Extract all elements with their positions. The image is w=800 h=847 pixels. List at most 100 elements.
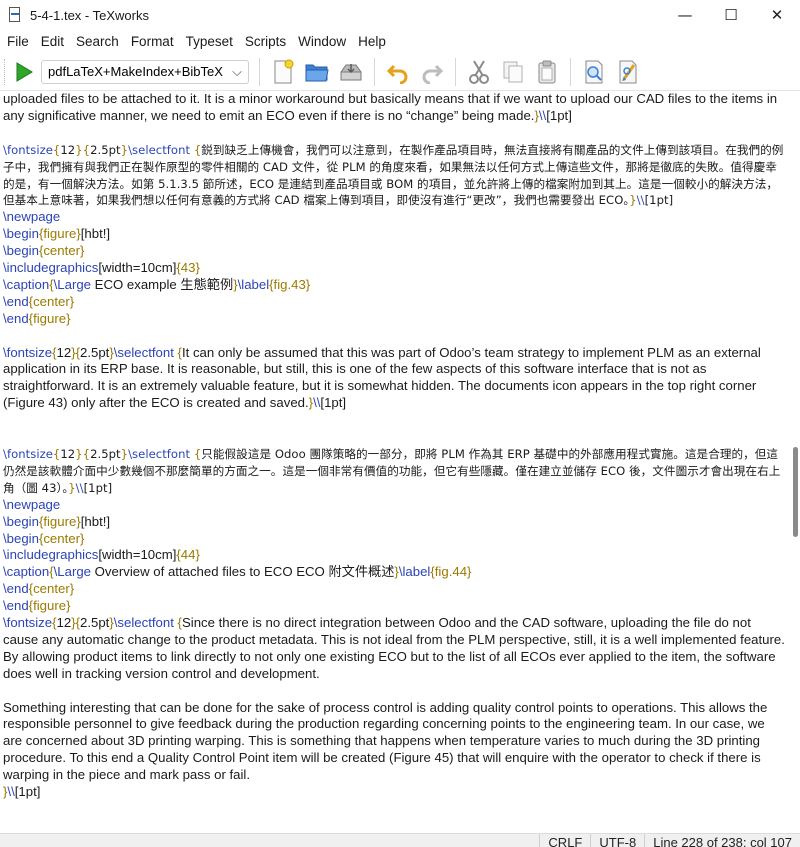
chevron-down-icon: ⌵ [232, 63, 242, 79]
status-bar: CRLF UTF-8 Line 228 of 238; col 107 [0, 833, 800, 847]
editor-line[interactable]: \fontsize{12}{2.5pt}\selectfont {Since t… [3, 615, 785, 683]
editor-line[interactable]: \fontsize{12}{2.5pt}\selectfont {只能假設這是 … [3, 446, 785, 497]
find-button[interactable] [579, 57, 609, 87]
latex-brace: }{ [75, 446, 91, 461]
latex-brace: { [190, 142, 202, 157]
maximize-button[interactable]: ☐ [708, 0, 754, 30]
editor-line[interactable]: \begin{figure}[hbt!] [3, 514, 785, 531]
minimize-button[interactable]: — [662, 0, 708, 30]
replace-icon [619, 60, 637, 83]
menu-file[interactable]: File [1, 34, 35, 49]
editor-line[interactable] [3, 683, 785, 700]
latex-command: \label [237, 276, 270, 292]
editor-line[interactable]: uploaded files to be attached to it. It … [3, 91, 785, 125]
latex-brace: {center} [38, 243, 85, 259]
editor-line[interactable]: \includegraphics[width=10cm]{44} [3, 547, 785, 564]
latex-command: \selectfont [113, 344, 174, 360]
latex-brace: {fig.43} [269, 276, 311, 292]
editor-line[interactable] [3, 429, 785, 446]
editor-line[interactable]: \fontsize{12}{2.5pt}\selectfont {鋭到缺乏上傳機… [3, 142, 785, 210]
copy-button[interactable] [498, 57, 528, 87]
editor-text: [width=10cm] [98, 260, 177, 276]
scrollbar-thumb[interactable] [793, 447, 798, 537]
toolbar-grip[interactable] [4, 58, 7, 85]
editor-line[interactable]: \caption{\Large Overview of attached fil… [3, 564, 785, 581]
vertical-scrollbar[interactable] [791, 91, 800, 833]
latex-brace: { [190, 446, 202, 461]
editor-line[interactable]: }\\[1pt] [3, 784, 785, 801]
editor-line[interactable]: \newpage [3, 209, 785, 226]
latex-brace: {center} [28, 293, 75, 309]
latex-command: \end [3, 598, 29, 614]
undo-button[interactable] [383, 57, 413, 87]
replace-button[interactable] [613, 57, 643, 87]
menu-search[interactable]: Search [70, 34, 125, 49]
latex-command: \begin [3, 243, 39, 259]
line-ending-indicator[interactable]: CRLF [539, 834, 590, 847]
editor-text: 2.5pt [80, 615, 110, 631]
typeset-engine-value: pdfLaTeX+MakeIndex+BibTeX [48, 64, 223, 79]
cut-button[interactable] [464, 57, 494, 87]
toolbar-separator [570, 57, 571, 86]
latex-brace: } [120, 142, 129, 157]
editor-line[interactable] [3, 328, 785, 345]
menu-scripts[interactable]: Scripts [239, 34, 292, 49]
editor-line[interactable]: \newpage [3, 497, 785, 514]
latex-command: \end [3, 293, 29, 309]
latex-command: \caption [3, 276, 50, 292]
open-file-button[interactable] [302, 57, 332, 87]
editor-line[interactable]: \begin{center} [3, 243, 785, 260]
editor-line[interactable]: \begin{center} [3, 531, 785, 548]
menu-help[interactable]: Help [352, 34, 392, 49]
source-editor[interactable]: uploaded files to be attached to it. It … [0, 91, 791, 833]
encoding-indicator[interactable]: UTF-8 [590, 834, 644, 847]
editor-line[interactable]: Something interesting that can be done f… [3, 700, 785, 785]
window-controls: — ☐ ✕ [662, 0, 800, 30]
texworks-document-icon [8, 7, 22, 23]
editor-line[interactable]: \fontsize{12}{2.5pt}\selectfont {It can … [3, 345, 785, 413]
editor-line[interactable]: \end{center} [3, 294, 785, 311]
latex-brace: {figure} [38, 513, 81, 529]
cursor-position: Line 228 of 238; col 107 [644, 834, 800, 847]
editor-line[interactable]: \end{figure} [3, 598, 785, 615]
toolbar-separator [374, 57, 375, 86]
editor-text: [hbt!] [80, 513, 111, 529]
editor-text: 12 [60, 446, 76, 461]
editor-line[interactable]: \end{center} [3, 581, 785, 598]
typeset-run-icon [16, 61, 33, 82]
editor-line[interactable]: \caption{\Large ECO example 生態範例}\label{… [3, 277, 785, 294]
editor-text: 12 [56, 615, 72, 631]
latex-command: \\ [636, 193, 645, 208]
title-bar: 5-4-1.tex - TeXworks — ☐ ✕ [0, 0, 800, 30]
new-file-button[interactable] [268, 57, 298, 87]
latex-command: \end [3, 310, 29, 326]
paste-button[interactable] [532, 57, 562, 87]
editor-line[interactable]: \includegraphics[width=10cm]{43} [3, 260, 785, 277]
redo-button[interactable] [417, 57, 447, 87]
menu-edit[interactable]: Edit [35, 34, 70, 49]
latex-command: \begin [3, 513, 39, 529]
editor-line[interactable] [3, 125, 785, 142]
editor-line[interactable]: \begin{figure}[hbt!] [3, 226, 785, 243]
latex-command: \fontsize [3, 446, 53, 461]
latex-brace: { [173, 615, 182, 631]
editor-line[interactable]: \end{figure} [3, 311, 785, 328]
editor-text: 12 [56, 344, 72, 360]
editor-text: [1pt] [14, 784, 41, 800]
latex-command: \\ [7, 784, 15, 800]
menu-format[interactable]: Format [125, 34, 180, 49]
close-button[interactable]: ✕ [754, 0, 800, 30]
latex-command: \\ [75, 480, 84, 495]
toolbar: pdfLaTeX+MakeIndex+BibTeX ⌵ [0, 53, 800, 91]
typeset-engine-select[interactable]: pdfLaTeX+MakeIndex+BibTeX ⌵ [41, 59, 249, 84]
menu-typeset[interactable]: Typeset [180, 34, 239, 49]
typeset-button[interactable] [11, 59, 37, 85]
menu-window[interactable]: Window [292, 34, 352, 49]
editor-line[interactable] [3, 412, 785, 429]
cut-icon [469, 59, 489, 84]
editor-text: [width=10cm] [98, 547, 177, 563]
latex-brace: {figure} [28, 598, 71, 614]
save-button[interactable] [336, 57, 366, 87]
latex-brace: } [68, 480, 76, 495]
latex-command: \Large [53, 564, 92, 580]
